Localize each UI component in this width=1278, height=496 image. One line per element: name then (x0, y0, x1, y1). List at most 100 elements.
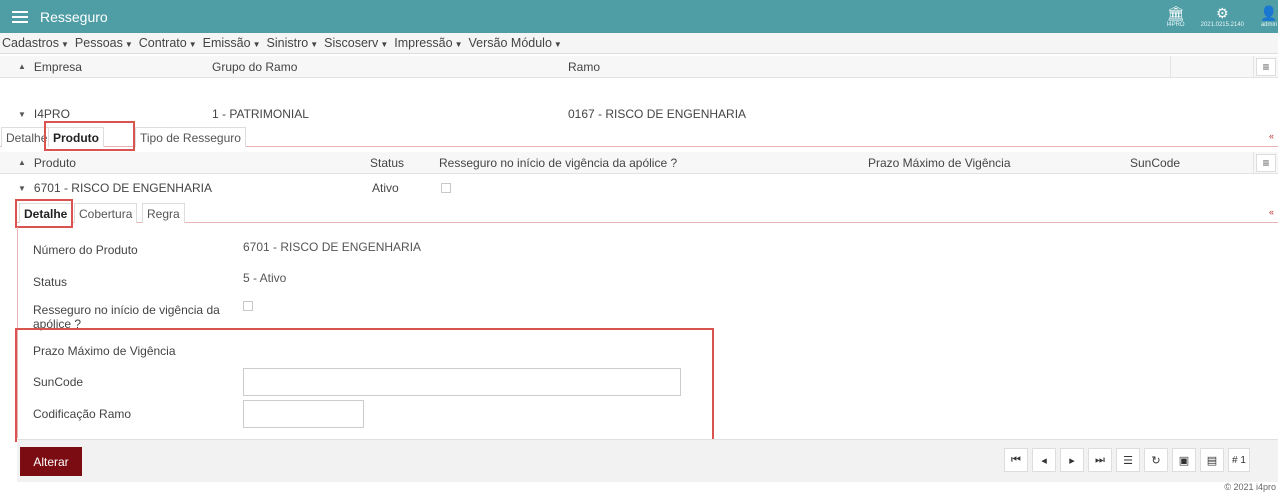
export-pdf-icon[interactable]: ▤ (1200, 448, 1224, 472)
bank-icon: 🏛 (1166, 4, 1185, 21)
header-tools: 🏛 I4PRO ⚙ 2021.0215.2140 👤 admin (1159, 0, 1278, 33)
prev-page-icon[interactable]: ◂ (1032, 448, 1056, 472)
caret-down-icon: ▼ (60, 40, 69, 49)
tab-regra[interactable]: Regra (142, 203, 185, 223)
refresh-icon[interactable]: ↻ (1144, 448, 1168, 472)
grid-menu-button[interactable]: ≡ (1256, 58, 1276, 76)
menu-label: Versão Módulo (468, 36, 552, 50)
tab-detalhe[interactable]: Detalhe (1, 127, 53, 147)
status-label: Status (33, 275, 68, 289)
detalhe-form: Número do Produto 6701 - RISCO DE ENGENH… (17, 227, 1278, 438)
grid-menu-button[interactable]: ≡ (1256, 154, 1276, 172)
sort-up-icon: ▲ (18, 62, 26, 71)
caret-down-icon: ▼ (553, 40, 562, 49)
user-caption: admin (1260, 21, 1278, 28)
tab-tipo-resseguro[interactable]: Tipo de Resseguro (135, 127, 246, 147)
menu-label: Contrato (138, 36, 187, 50)
status-value: 5 - Ativo (243, 271, 287, 285)
numero-produto-label: Número do Produto (33, 243, 138, 257)
menu-label: Siscoserv (324, 36, 379, 50)
resseguro-label-line: apólice ? (33, 317, 82, 331)
caret-down-icon: ▼ (454, 40, 463, 49)
header-status[interactable]: Status (370, 152, 404, 173)
app-header: Resseguro 🏛 I4PRO ⚙ 2021.0215.2140 👤 adm… (0, 0, 1278, 33)
version-tool[interactable]: ⚙ 2021.0215.2140 (1193, 0, 1252, 33)
caret-down-icon: ▼ (124, 40, 133, 49)
header-resseguro[interactable]: Resseguro no início de vigência da apóli… (439, 152, 677, 173)
codificacao-ramo-input[interactable] (243, 400, 364, 428)
ramo-grid-row[interactable]: ▼ I4PRO 1 - PATRIMONIAL 0167 - RISCO DE E… (0, 104, 1278, 124)
collapse-icon[interactable]: « (1269, 131, 1274, 141)
export-excel-icon[interactable]: ▣ (1172, 448, 1196, 472)
first-page-icon[interactable]: ⏮ (1004, 448, 1028, 472)
resseguro-checkbox[interactable] (441, 183, 451, 193)
tab-cobertura[interactable]: Cobertura (74, 203, 138, 223)
caret-down-icon: ▼ (380, 40, 389, 49)
cell-text: I4PRO (33, 107, 70, 121)
menu-label: Sinistro (266, 36, 309, 50)
menu-label: Impressão (394, 36, 453, 50)
tab-detalhe[interactable]: Detalhe (19, 203, 73, 223)
list-view-icon[interactable]: ☰ (1116, 448, 1140, 472)
numero-produto-value: 6701 - RISCO DE ENGENHARIA (243, 240, 422, 254)
cell-grupo-ramo: 1 - PATRIMONIAL (212, 107, 309, 121)
company-tool[interactable]: 🏛 I4PRO (1159, 0, 1193, 33)
header-empresa[interactable]: ▲ Empresa (18, 56, 82, 77)
next-page-icon[interactable]: ▸ (1060, 448, 1084, 472)
caret-down-icon: ▼ (310, 40, 319, 49)
cell-text: 6701 - RISCO DE ENGENHARIA (33, 181, 212, 195)
header-label: Produto (33, 155, 76, 170)
menu-emissao[interactable]: Emissão ▼ (203, 36, 261, 50)
expand-down-icon[interactable]: ▼ (18, 110, 26, 119)
menu-versao-modulo[interactable]: Versão Módulo ▼ (469, 36, 562, 50)
header-ramo[interactable]: Ramo (568, 56, 600, 77)
hamburger-menu-icon[interactable] (0, 0, 40, 33)
user-icon: 👤 (1260, 4, 1278, 21)
main-menu: Cadastros ▼ Pessoas ▼ Contrato ▼ Emissão ▼ S… (0, 33, 1278, 54)
suncode-input[interactable] (243, 368, 681, 396)
menu-contrato[interactable]: Contrato ▼ (139, 36, 197, 50)
list-menu-icon: ≡ (1262, 156, 1270, 170)
version-caption: 2021.0215.2140 (1200, 21, 1244, 28)
menu-label: Cadastros (2, 36, 59, 50)
suncode-label: SunCode (33, 375, 84, 389)
menu-cadastros[interactable]: Cadastros ▼ (2, 36, 69, 50)
header-suncode[interactable]: SunCode (1130, 152, 1180, 173)
resseguro-label: Resseguro no início de vigência da apóli… (33, 303, 220, 331)
header-prazo[interactable]: Prazo Máximo de Vigência (868, 152, 1011, 173)
header-grupo-ramo[interactable]: Grupo do Ramo (212, 56, 297, 77)
menu-label: Emissão (202, 36, 251, 50)
menu-label: Pessoas (74, 36, 123, 50)
header-produto[interactable]: ▲ Produto (18, 152, 76, 173)
cell-produto: ▼ 6701 - RISCO DE ENGENHARIA (18, 178, 212, 198)
resseguro-label-line: Resseguro no início de vigência da (33, 303, 220, 317)
company-caption: I4PRO (1166, 21, 1185, 28)
cell-status: Ativo (372, 181, 399, 195)
expand-down-icon[interactable]: ▼ (18, 184, 26, 193)
codificacao-ramo-label: Codificação Ramo (33, 407, 132, 421)
resseguro-inicio-checkbox[interactable] (243, 301, 253, 311)
caret-down-icon: ▼ (252, 40, 261, 49)
produto-grid-row[interactable]: ▼ 6701 - RISCO DE ENGENHARIA Ativo (0, 178, 1278, 198)
collapse-icon[interactable]: « (1269, 207, 1274, 217)
menu-siscoserv[interactable]: Siscoserv ▼ (324, 36, 388, 50)
menu-impressao[interactable]: Impressão ▼ (394, 36, 462, 50)
app-title: Resseguro (40, 8, 108, 25)
menu-pessoas[interactable]: Pessoas ▼ (75, 36, 133, 50)
list-menu-icon: ≡ (1262, 60, 1270, 74)
copyright: © 2021 i4pro (1224, 482, 1276, 492)
column-separator (1253, 152, 1254, 173)
last-page-icon[interactable]: ⏭ (1088, 448, 1112, 472)
alterar-button[interactable]: Alterar (20, 447, 82, 476)
user-tool[interactable]: 👤 admin (1252, 0, 1278, 33)
cell-empresa: ▼ I4PRO (18, 104, 70, 124)
menu-sinistro[interactable]: Sinistro ▼ (267, 36, 319, 50)
tab-produto[interactable]: Produto (48, 127, 104, 147)
prazo-label: Prazo Máximo de Vigência (33, 344, 176, 358)
produto-grid-header: ▲ Produto Status Resseguro no início de v… (0, 152, 1278, 174)
ramo-tabs: Detalhe Produto Tipo de Resseguro « (0, 125, 1278, 147)
column-separator (1170, 56, 1171, 77)
sort-up-icon: ▲ (18, 158, 26, 167)
cell-ramo: 0167 - RISCO DE ENGENHARIA (568, 107, 747, 121)
caret-down-icon: ▼ (188, 40, 197, 49)
